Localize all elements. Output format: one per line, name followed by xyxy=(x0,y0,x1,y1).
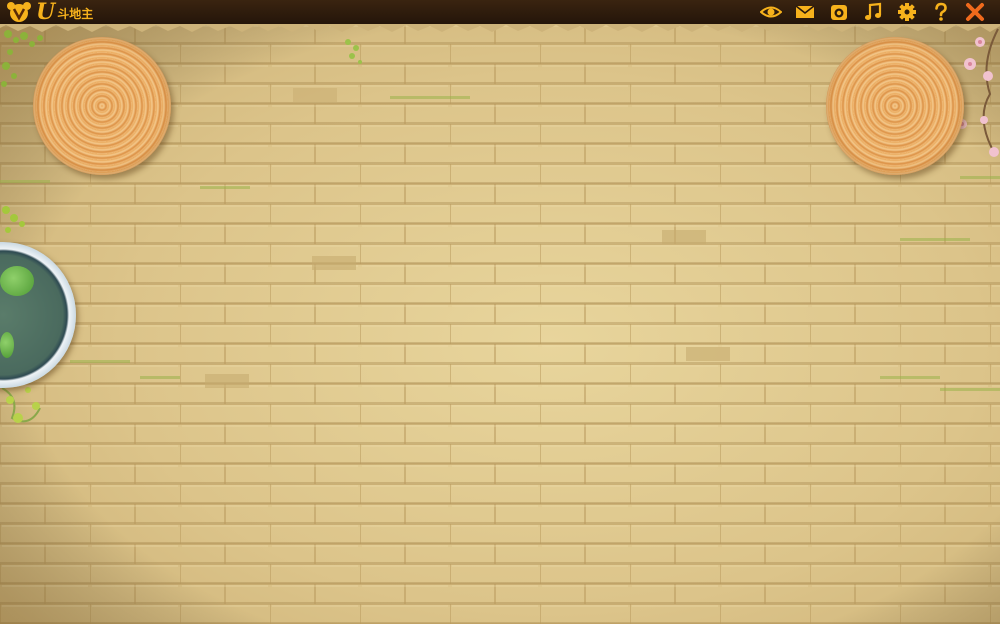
game-lobby-background: U 斗地主 xyxy=(0,0,1000,624)
lily-pad xyxy=(0,266,34,296)
close-icon xyxy=(966,3,984,21)
settings-button[interactable] xyxy=(890,0,924,24)
help-icon xyxy=(935,2,947,21)
v-badge-icon xyxy=(7,2,31,22)
mail-icon xyxy=(795,5,815,18)
vine-top-center xyxy=(345,39,362,64)
straw-mat-right xyxy=(826,37,964,175)
game-title: 斗地主 xyxy=(57,6,94,21)
mail-button[interactable] xyxy=(788,0,822,24)
camera-button[interactable] xyxy=(822,0,856,24)
lily-pad xyxy=(0,332,14,358)
toolbar xyxy=(754,0,992,24)
eye-icon xyxy=(760,6,782,18)
app-logo: U 斗地主 xyxy=(6,0,93,24)
camera-icon xyxy=(831,5,847,20)
straw-mat-left xyxy=(33,37,171,175)
close-button[interactable] xyxy=(958,0,992,24)
title-bar: U 斗地主 xyxy=(0,0,1000,24)
music-button[interactable] xyxy=(856,0,890,24)
gear-icon xyxy=(898,3,916,21)
eye-button[interactable] xyxy=(754,0,788,24)
help-button[interactable] xyxy=(924,0,958,24)
brand-letter: U xyxy=(36,0,56,25)
music-note-icon xyxy=(865,2,882,20)
